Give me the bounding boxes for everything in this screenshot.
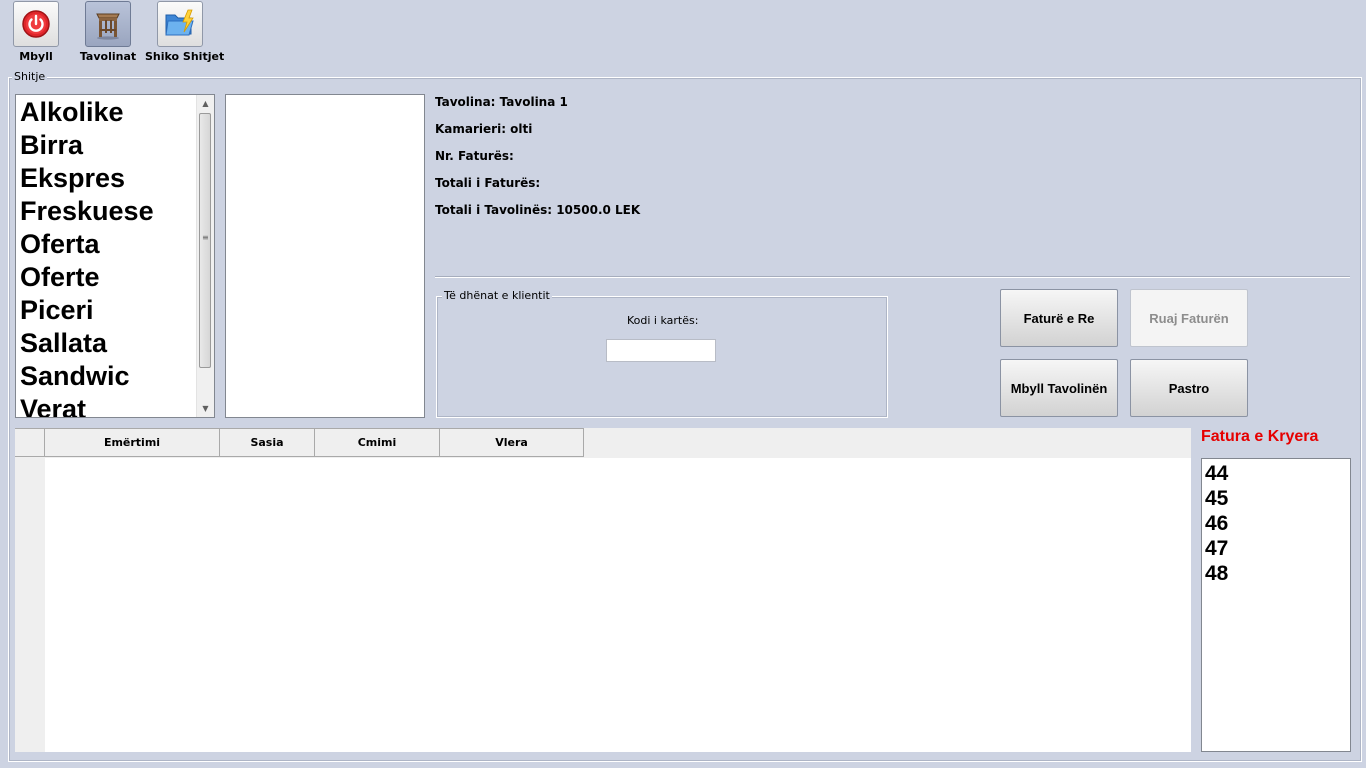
category-items: Alkolike Birra Ekspres Freskuese Oferta Ofert… bbox=[16, 96, 197, 417]
category-item[interactable]: Verat bbox=[16, 393, 197, 417]
category-scrollbar[interactable]: ▲ ≡ ▼ bbox=[196, 95, 214, 417]
separator bbox=[435, 276, 1350, 278]
category-item[interactable]: Sallata bbox=[16, 327, 197, 360]
scroll-down-icon[interactable]: ▼ bbox=[197, 400, 214, 417]
product-list[interactable] bbox=[225, 94, 425, 418]
view-sales-label: Shiko Shitjet bbox=[145, 50, 225, 63]
category-list[interactable]: Alkolike Birra Ekspres Freskuese Oferta Ofert… bbox=[15, 94, 215, 418]
category-item[interactable]: Sandwic bbox=[16, 360, 197, 393]
grid-corner bbox=[15, 428, 45, 457]
close-button[interactable] bbox=[13, 1, 59, 47]
invoice-items-grid[interactable]: Emërtimi Sasia Cmimi Vlera bbox=[15, 428, 1191, 752]
completed-invoice-item[interactable]: 48 bbox=[1202, 561, 1342, 586]
completed-invoice-item[interactable]: 45 bbox=[1202, 486, 1342, 511]
table-info: Tavolina: Tavolina 1 bbox=[435, 95, 568, 109]
completed-invoice-item[interactable]: 47 bbox=[1202, 536, 1342, 561]
invoice-total-info: Totali i Faturës: bbox=[435, 176, 541, 190]
folder-icon bbox=[165, 9, 194, 36]
grip-icon: ≡ bbox=[202, 233, 209, 242]
close-table-button[interactable]: Mbyll Tavolinën bbox=[1000, 359, 1118, 417]
sales-group-title: Shitje bbox=[12, 70, 48, 83]
category-item[interactable]: Freskuese bbox=[16, 195, 197, 228]
new-invoice-button[interactable]: Faturë e Re bbox=[1000, 289, 1118, 347]
clear-button[interactable]: Pastro bbox=[1130, 359, 1248, 417]
save-invoice-button[interactable]: Ruaj Faturën bbox=[1130, 289, 1248, 347]
client-group-title: Të dhënat e klientit bbox=[442, 289, 552, 302]
card-code-input[interactable] bbox=[606, 339, 716, 362]
view-sales-button[interactable] bbox=[157, 1, 203, 47]
tables-button[interactable] bbox=[85, 1, 131, 47]
category-item[interactable]: Birra bbox=[16, 129, 197, 162]
category-item[interactable]: Alkolike bbox=[16, 96, 197, 129]
completed-invoice-items: 44 45 46 47 48 bbox=[1202, 461, 1342, 586]
column-header-price[interactable]: Cmimi bbox=[315, 428, 440, 457]
category-item[interactable]: Oferta bbox=[16, 228, 197, 261]
completed-invoice-item[interactable]: 46 bbox=[1202, 511, 1342, 536]
column-header-name[interactable]: Emërtimi bbox=[45, 428, 220, 457]
power-icon bbox=[22, 10, 50, 38]
scroll-thumb[interactable]: ≡ bbox=[199, 113, 211, 368]
card-code-label: Kodi i kartës: bbox=[627, 314, 699, 327]
completed-invoice-item[interactable]: 44 bbox=[1202, 461, 1342, 486]
column-header-quantity[interactable]: Sasia bbox=[220, 428, 315, 457]
column-header-value[interactable]: Vlera bbox=[440, 428, 584, 457]
table-icon bbox=[96, 13, 120, 40]
completed-invoices-list[interactable]: 44 45 46 47 48 bbox=[1201, 458, 1351, 752]
completed-invoices-title: Fatura e Kryera bbox=[1201, 428, 1319, 445]
category-item[interactable]: Ekspres bbox=[16, 162, 197, 195]
scroll-up-icon[interactable]: ▲ bbox=[197, 95, 214, 112]
table-total-info: Totali i Tavolinës: 10500.0 LEK bbox=[435, 203, 641, 217]
category-item[interactable]: Piceri bbox=[16, 294, 197, 327]
waiter-info: Kamarieri: olti bbox=[435, 122, 533, 136]
invoice-number-info: Nr. Faturës: bbox=[435, 149, 514, 163]
category-item[interactable]: Oferte bbox=[16, 261, 197, 294]
grid-row-headers bbox=[15, 428, 45, 752]
tables-label: Tavolinat bbox=[79, 50, 137, 63]
close-tool[interactable]: Mbyll bbox=[1, 1, 71, 63]
close-label: Mbyll bbox=[19, 50, 53, 63]
sales-tool[interactable]: Shiko Shitjet bbox=[145, 1, 225, 63]
tables-tool[interactable]: Tavolinat bbox=[73, 1, 143, 63]
